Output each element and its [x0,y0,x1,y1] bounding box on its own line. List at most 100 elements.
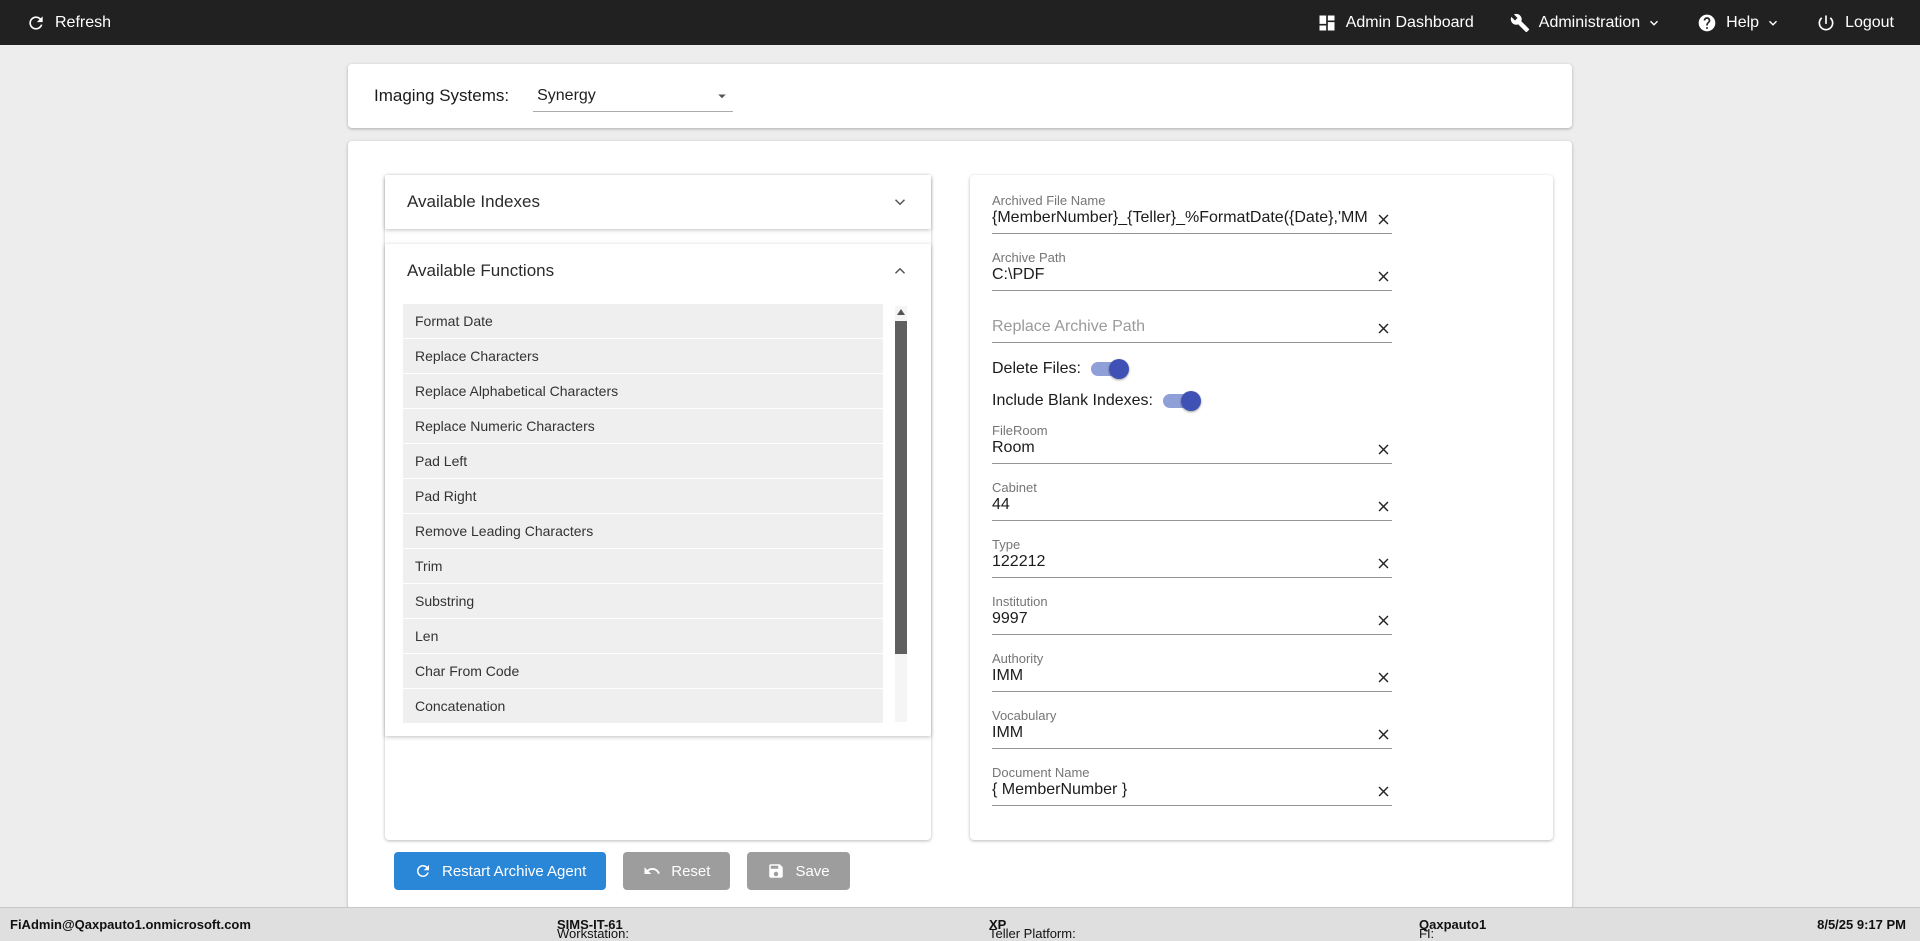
refresh-button[interactable]: Refresh [26,13,111,33]
help-label: Help [1726,14,1759,32]
left-panel: Available Indexes Available Functions [385,175,931,840]
available-functions-title: Available Functions [407,261,554,281]
fi-status: FI: Qaxpauto1 [1419,917,1486,932]
chevron-down-icon [1766,16,1780,30]
refresh-icon [414,862,432,880]
reset-button[interactable]: Reset [623,852,730,890]
imaging-systems-label: Imaging Systems: [374,86,509,106]
delete-files-label: Delete Files: [992,360,1081,378]
available-indexes-header[interactable]: Available Indexes [385,175,931,229]
logout-label: Logout [1845,14,1894,32]
undo-icon [643,862,661,880]
field-authority: Authority IMM [992,651,1392,692]
field-cabinet: Cabinet 44 [992,480,1392,521]
imaging-systems-selected-value: Synergy [537,87,596,105]
scrollbar-thumb[interactable] [895,321,907,654]
archive-path-input[interactable]: C:\PDF [992,265,1367,285]
field-label: Type [992,537,1392,552]
chevron-down-icon [1647,16,1661,30]
replace-archive-path-input[interactable]: Replace Archive Path [992,317,1367,337]
document-name-input[interactable]: { MemberNumber } [992,780,1367,800]
field-replace-archive-path: Replace Archive Path [992,317,1392,343]
field-label: Vocabulary [992,708,1392,723]
refresh-label: Refresh [55,14,111,32]
list-item-replace-alphabetical-characters[interactable]: Replace Alphabetical Characters [403,374,883,408]
field-fileroom: FileRoom Room [992,423,1392,464]
delete-files-row: Delete Files: [992,357,1531,381]
actions-row: Restart Archive Agent Reset Save [394,852,1556,890]
teller-platform-label: Teller Platform: [989,926,1076,941]
field-institution: Institution 9997 [992,594,1392,635]
scrollbar[interactable] [895,306,907,722]
help-icon [1697,13,1717,33]
list-item-substring[interactable]: Substring [403,584,883,618]
save-icon [767,862,785,880]
logged-in-user: FiAdmin@Qaxpauto1.onmicrosoft.com [10,917,251,932]
clear-icon[interactable] [1375,211,1392,228]
clear-icon[interactable] [1375,498,1392,515]
clear-icon[interactable] [1375,320,1392,337]
refresh-icon [26,13,46,33]
restart-archive-agent-button[interactable]: Restart Archive Agent [394,852,606,890]
imaging-systems-select[interactable]: Synergy [533,80,733,112]
chevron-up-icon [891,262,909,280]
field-label: FileRoom [992,423,1392,438]
administration-label: Administration [1539,14,1640,32]
list-item-remove-leading-characters[interactable]: Remove Leading Characters [403,514,883,548]
top-navigation-bar: Refresh Admin Dashboard Administration H… [0,0,1920,45]
available-functions-header[interactable]: Available Functions [385,244,931,298]
administration-menu[interactable]: Administration [1510,13,1661,33]
logout-button[interactable]: Logout [1816,13,1894,33]
admin-dashboard-link[interactable]: Admin Dashboard [1317,13,1474,33]
list-item-replace-numeric-characters[interactable]: Replace Numeric Characters [403,409,883,443]
type-input[interactable]: 122212 [992,552,1367,572]
help-menu[interactable]: Help [1697,13,1780,33]
clear-icon[interactable] [1375,612,1392,629]
field-label: Archive Path [992,250,1392,265]
cabinet-input[interactable]: 44 [992,495,1367,515]
wrench-icon [1510,13,1530,33]
save-button[interactable]: Save [747,852,849,890]
clear-icon[interactable] [1375,555,1392,572]
scroll-up-arrow-icon[interactable] [897,309,905,315]
admin-dashboard-label: Admin Dashboard [1346,14,1474,32]
dashboard-grid-icon [1317,13,1337,33]
list-item-char-from-code[interactable]: Char From Code [403,654,883,688]
fi-label: FI: [1419,926,1434,941]
include-blank-indexes-toggle[interactable] [1163,394,1199,408]
status-bar: FiAdmin@Qaxpauto1.onmicrosoft.com Workst… [0,907,1920,941]
archive-settings-panel: Archived File Name {MemberNumber}_{Telle… [970,175,1553,840]
clear-icon[interactable] [1375,783,1392,800]
clear-icon[interactable] [1375,268,1392,285]
list-item-pad-right[interactable]: Pad Right [403,479,883,513]
clear-icon[interactable] [1375,669,1392,686]
clear-icon[interactable] [1375,726,1392,743]
reset-label: Reset [671,863,710,880]
field-archived-file-name: Archived File Name {MemberNumber}_{Telle… [992,193,1392,234]
authority-input[interactable]: IMM [992,666,1367,686]
fileroom-input[interactable]: Room [992,438,1367,458]
settings-main-card: Available Indexes Available Functions [348,141,1572,909]
archived-file-name-input[interactable]: {MemberNumber}_{Teller}_%FormatDate({Dat… [992,208,1367,228]
available-indexes-panel: Available Indexes [385,175,931,229]
datetime: 8/5/25 9:17 PM [1817,917,1906,932]
delete-files-toggle[interactable] [1091,362,1127,376]
power-icon [1816,13,1836,33]
list-item-trim[interactable]: Trim [403,549,883,583]
list-item-format-date[interactable]: Format Date [403,304,883,338]
list-item-len[interactable]: Len [403,619,883,653]
toggle-knob [1181,391,1201,411]
list-item-replace-characters[interactable]: Replace Characters [403,339,883,373]
save-label: Save [795,863,829,880]
list-item-pad-left[interactable]: Pad Left [403,444,883,478]
field-archive-path: Archive Path C:\PDF [992,250,1392,291]
field-label: Archived File Name [992,193,1392,208]
include-blank-indexes-label: Include Blank Indexes: [992,392,1153,410]
vocabulary-input[interactable]: IMM [992,723,1367,743]
functions-list: Format Date Replace Characters Replace A… [385,298,931,732]
imaging-systems-card: Imaging Systems: Synergy [348,64,1572,128]
field-vocabulary: Vocabulary IMM [992,708,1392,749]
list-item-concatenation[interactable]: Concatenation [403,689,883,723]
clear-icon[interactable] [1375,441,1392,458]
institution-input[interactable]: 9997 [992,609,1367,629]
